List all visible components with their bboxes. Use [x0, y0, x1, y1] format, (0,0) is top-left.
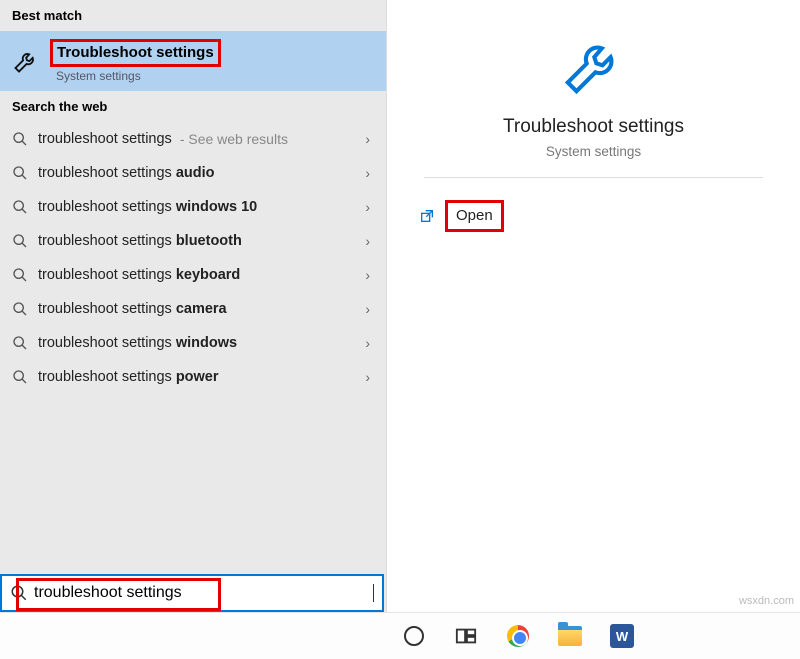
open-label: Open	[456, 207, 493, 224]
chevron-right-icon: ›	[361, 165, 374, 181]
search-value: troubleshoot settings	[34, 584, 374, 602]
open-action[interactable]: Open	[419, 200, 504, 232]
preview-panel: Troubleshoot settings System settings Op…	[386, 0, 800, 612]
best-match-title: Troubleshoot settings	[57, 44, 214, 61]
taskbar: W	[0, 612, 800, 659]
search-icon	[12, 199, 28, 215]
chrome-icon	[507, 625, 529, 647]
web-result-text: troubleshoot settings - See web results	[38, 131, 351, 147]
web-result-item[interactable]: troubleshoot settings camera ›	[0, 292, 386, 326]
web-result-text: troubleshoot settings keyboard	[38, 267, 351, 283]
web-result-item[interactable]: troubleshoot settings keyboard ›	[0, 258, 386, 292]
word-button[interactable]: W	[608, 622, 636, 650]
web-result-text: troubleshoot settings windows 10	[38, 199, 351, 215]
web-result-text: troubleshoot settings windows	[38, 335, 351, 351]
search-web-header: Search the web	[0, 91, 386, 122]
search-icon	[12, 301, 28, 317]
web-result-text: troubleshoot settings power	[38, 369, 351, 385]
chevron-right-icon: ›	[361, 131, 374, 147]
web-result-text: troubleshoot settings bluetooth	[38, 233, 351, 249]
web-result-text: troubleshoot settings camera	[38, 301, 351, 317]
word-icon: W	[610, 624, 634, 648]
search-icon	[12, 165, 28, 181]
search-icon	[12, 267, 28, 283]
divider	[424, 177, 763, 178]
preview-subtitle: System settings	[546, 144, 641, 159]
chevron-right-icon: ›	[361, 199, 374, 215]
web-result-item[interactable]: troubleshoot settings audio ›	[0, 156, 386, 190]
chevron-right-icon: ›	[361, 301, 374, 317]
wrench-icon	[559, 30, 629, 100]
file-explorer-button[interactable]	[556, 622, 584, 650]
best-match-result[interactable]: Troubleshoot settings System settings	[0, 31, 386, 91]
open-external-icon	[419, 208, 435, 224]
search-input[interactable]: troubleshoot settings	[0, 574, 384, 612]
best-match-subtitle: System settings	[56, 69, 221, 83]
search-icon	[12, 369, 28, 385]
web-result-item[interactable]: troubleshoot settings power ›	[0, 360, 386, 394]
web-result-item[interactable]: troubleshoot settings windows ›	[0, 326, 386, 360]
chrome-button[interactable]	[504, 622, 532, 650]
folder-icon	[558, 626, 582, 646]
web-results-list: troubleshoot settings - See web results ›…	[0, 122, 386, 394]
search-icon	[12, 131, 28, 147]
preview-title: Troubleshoot settings	[503, 116, 684, 138]
chevron-right-icon: ›	[361, 369, 374, 385]
chevron-right-icon: ›	[361, 233, 374, 249]
watermark: wsxdn.com	[739, 595, 794, 607]
search-icon	[12, 233, 28, 249]
search-icon	[12, 335, 28, 351]
web-result-item[interactable]: troubleshoot settings windows 10 ›	[0, 190, 386, 224]
search-results-panel: Best match Troubleshoot settings System …	[0, 0, 386, 612]
task-view-button[interactable]	[452, 622, 480, 650]
chevron-right-icon: ›	[361, 335, 374, 351]
chevron-right-icon: ›	[361, 267, 374, 283]
task-view-icon	[455, 625, 477, 647]
wrench-icon	[12, 47, 40, 75]
best-match-header: Best match	[0, 0, 386, 31]
highlight-best-match: Troubleshoot settings	[50, 39, 221, 67]
cortana-icon	[404, 626, 424, 646]
web-result-item[interactable]: troubleshoot settings bluetooth ›	[0, 224, 386, 258]
cortana-button[interactable]	[400, 622, 428, 650]
web-result-text: troubleshoot settings audio	[38, 165, 351, 181]
highlight-open: Open	[445, 200, 504, 232]
search-icon	[10, 584, 28, 602]
web-result-item[interactable]: troubleshoot settings - See web results ›	[0, 122, 386, 156]
